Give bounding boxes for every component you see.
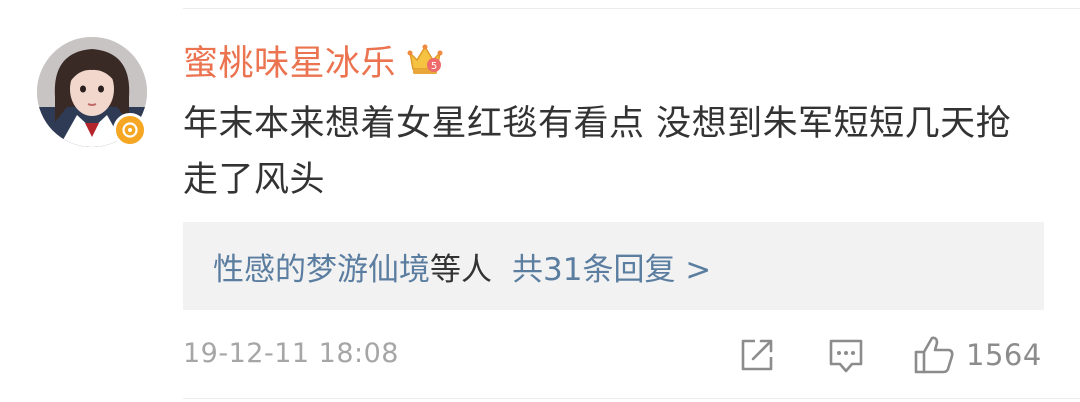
svg-text:5: 5 [431, 61, 437, 72]
share-button[interactable] [737, 333, 777, 377]
timestamp: 19-12-11 18:08 [183, 338, 399, 369]
comment-icon [829, 339, 863, 373]
like-count: 1564 [966, 338, 1042, 372]
verified-badge-icon [113, 113, 147, 147]
replies-count-link[interactable]: 共31条回复 > [512, 252, 711, 288]
username[interactable]: 蜜桃味星冰乐 [183, 35, 396, 86]
thumbs-up-icon [914, 336, 954, 374]
share-icon [741, 339, 773, 371]
comment-text: 年末本来想着女星红毯有看点 没想到朱军短短几天抢走了风头 [183, 104, 1012, 200]
top-divider [183, 8, 1080, 9]
crown-icon: 5 [407, 44, 443, 74]
replies-box[interactable]: 性感的梦游仙境等人 共31条回复 > [183, 222, 1044, 310]
bottom-divider [183, 398, 1080, 399]
replies-users-link[interactable]: 性感的梦游仙境 [213, 252, 430, 288]
replies-summary: 性感的梦游仙境等人 共31条回复 > [213, 244, 711, 289]
username-row: 蜜桃味星冰乐 5 [183, 38, 444, 84]
comment-button[interactable] [826, 333, 866, 377]
like-button[interactable]: 1564 [912, 333, 1042, 377]
replies-suffix: 等人 [430, 251, 492, 288]
